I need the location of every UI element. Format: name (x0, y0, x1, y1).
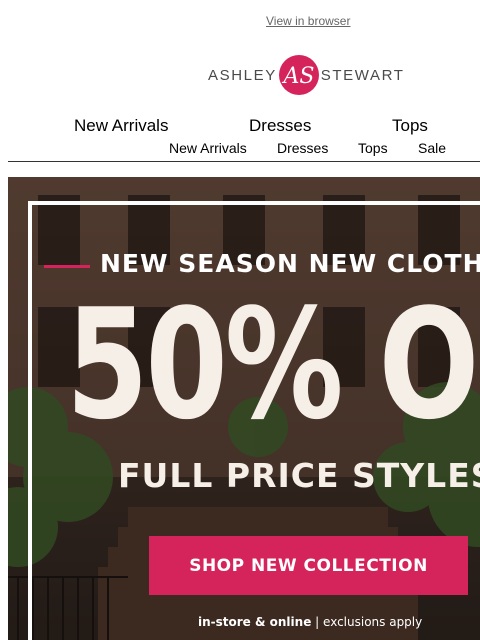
nav-divider (8, 161, 480, 162)
brand-logo[interactable]: ASHLEY AS STEWART (208, 54, 408, 96)
nav-dresses[interactable]: Dresses (249, 116, 311, 136)
hero-headline: 50% OFF (66, 276, 480, 453)
note-channels: in-store & online (198, 615, 312, 629)
tagline-accent-line (44, 265, 90, 268)
logo-monogram-icon: AS (278, 55, 319, 95)
primary-nav: New Arrivals Dresses Tops (0, 116, 480, 136)
logo-monogram-text: AS (281, 64, 314, 89)
hero-banner[interactable]: NEW SEASON NEW CLOTHES 50% OFF FULL PRIC… (8, 177, 480, 640)
hero-tagline: NEW SEASON NEW CLOTHES (100, 249, 480, 278)
hero-footnote: in-store & online | exclusions apply (198, 615, 422, 629)
view-in-browser-link[interactable]: View in browser (266, 14, 350, 28)
shop-new-collection-button[interactable]: SHOP NEW COLLECTION (149, 536, 468, 595)
hero-subhead: FULL PRICE STYLES (118, 456, 480, 495)
subnav-new-arrivals[interactable]: New Arrivals (169, 140, 247, 156)
subnav-tops[interactable]: Tops (358, 140, 388, 156)
logo-word-right: STEWART (320, 66, 405, 84)
note-exclusions: exclusions apply (323, 615, 423, 629)
logo-word-left: ASHLEY (208, 66, 277, 84)
subnav-dresses[interactable]: Dresses (277, 140, 328, 156)
note-separator: | (311, 615, 324, 629)
nav-tops[interactable]: Tops (392, 116, 428, 136)
subnav-sale[interactable]: Sale (418, 140, 446, 156)
secondary-nav: New Arrivals Dresses Tops Sale (0, 140, 480, 158)
nav-new-arrivals[interactable]: New Arrivals (74, 116, 168, 136)
